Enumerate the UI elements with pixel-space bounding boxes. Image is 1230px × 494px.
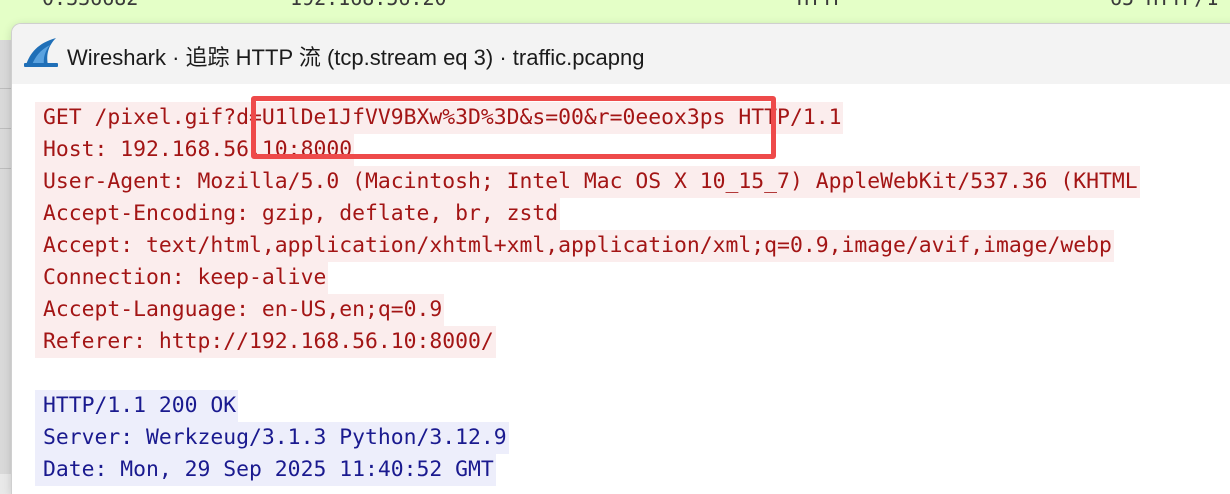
packet-info: 65 HTTP/1 [1110, 0, 1218, 10]
client-line: Accept-Encoding: gzip, deflate, br, zstd [35, 198, 561, 230]
packet-source: 192.168.56.20 [290, 0, 447, 10]
window-title: Wireshark · 追踪 HTTP 流 (tcp.stream eq 3) … [67, 45, 645, 70]
stream-content[interactable]: GET /pixel.gif?d=U1lDe1JfVV9BXw%3D%3D&s=… [35, 102, 1230, 494]
packet-protocol: HTTP [797, 0, 845, 10]
client-line: User-Agent: Mozilla/5.0 (Macintosh; Inte… [35, 166, 1140, 198]
packet-time: 0.336682 [42, 0, 138, 10]
wireshark-fin-icon [24, 38, 58, 67]
server-line: Date: Mon, 29 Sep 2025 11:40:52 GMT [35, 454, 496, 486]
window-titlebar[interactable]: Wireshark · 追踪 HTTP 流 (tcp.stream eq 3) … [12, 24, 1230, 84]
server-line: HTTP/1.1 200 OK [35, 390, 239, 422]
client-line: Accept: text/html,application/xhtml+xml,… [35, 230, 1114, 262]
client-line: Accept-Language: en-US,en;q=0.9 [35, 294, 445, 326]
packet-row[interactable]: 0.336682 192.168.56.20 HTTP 65 HTTP/1 [0, 0, 1230, 10]
follow-stream-dialog: Wireshark · 追踪 HTTP 流 (tcp.stream eq 3) … [12, 24, 1230, 494]
client-line: Connection: keep-alive [35, 262, 329, 294]
client-line: Referer: http://192.168.56.10:8000/ [35, 326, 496, 358]
client-line: Host: 192.168.56.10:8000 [35, 134, 355, 166]
client-line: GET /pixel.gif?d=U1lDe1JfVV9BXw%3D%3D&s=… [35, 102, 844, 134]
server-line: Server: Werkzeug/3.1.3 Python/3.12.9 [35, 422, 509, 454]
